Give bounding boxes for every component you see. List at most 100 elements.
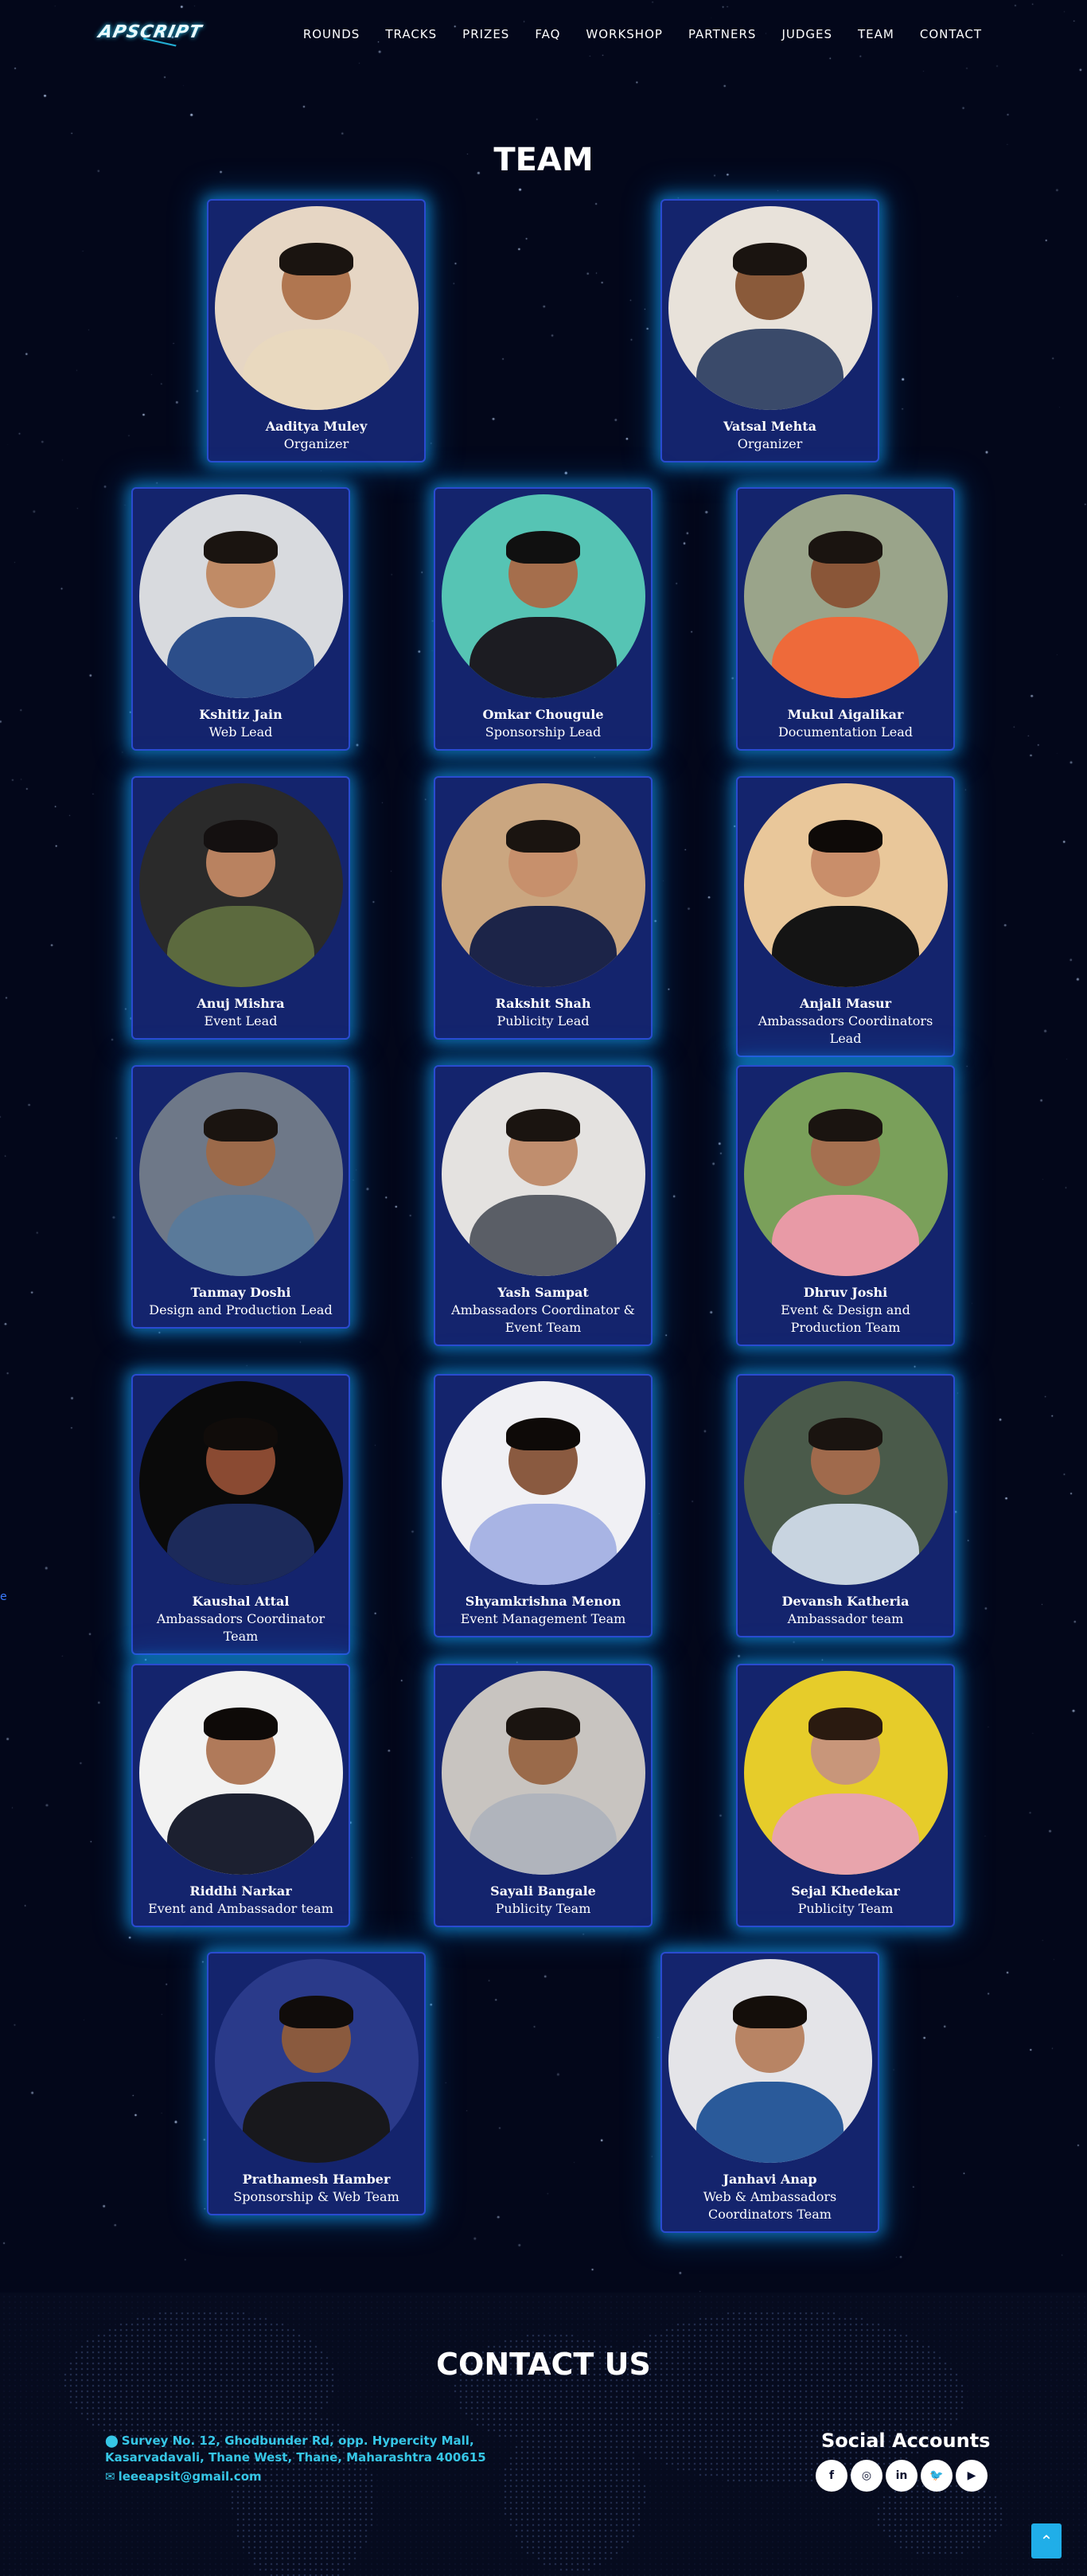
nav-item-faq[interactable]: FAQ	[535, 27, 560, 41]
member-photo	[214, 206, 419, 410]
top-navigation: APSCRIPT ROUNDS TRACKS PRIZES FAQ WORKSHOP PA…	[0, 0, 1087, 72]
member-name: Prathamesh Hamber	[242, 2172, 391, 2187]
member-role: Design and Production Lead	[149, 1302, 333, 1317]
member-name: Sayali Bangale	[490, 1883, 596, 1899]
member-photo	[138, 1671, 343, 1875]
member-name: Vatsal Mehta	[723, 419, 816, 434]
linkedin-button[interactable]: in	[886, 2460, 918, 2492]
member-role: Organizer	[283, 436, 349, 451]
member-name: Kaushal Attal	[192, 1594, 290, 1609]
photo-hair-shape	[808, 531, 882, 564]
team-member-card: Kshitiz Jain Web Lead	[131, 487, 350, 751]
side-edge-text: e	[0, 1590, 7, 1603]
photo-hair-shape	[204, 820, 278, 853]
member-role: Ambassadors Coordinator & Event Team	[451, 1302, 635, 1335]
photo-body-shape	[696, 328, 843, 410]
address: ⬤ Survey No. 12, Ghodbunder Rd, opp. Hype…	[105, 2433, 519, 2466]
member-photo	[441, 494, 645, 698]
social-accounts-title: Social Accounts	[821, 2430, 991, 2452]
nav-item-contact[interactable]: CONTACT	[920, 27, 982, 41]
photo-hair-shape	[204, 531, 278, 564]
main-menu: ROUNDS TRACKS PRIZES FAQ WORKSHOP PARTNERS JUD…	[303, 27, 982, 41]
member-photo	[214, 1959, 419, 2163]
photo-body-shape	[469, 1793, 617, 1875]
nav-item-judges[interactable]: JUDGES	[781, 27, 832, 41]
member-name: Kshitiz Jain	[199, 707, 282, 722]
twitter-icon: 🐦	[929, 2469, 944, 2482]
member-name: Mukul Aigalikar	[787, 707, 904, 722]
member-role: Ambassadors Coordinators Lead	[758, 1013, 933, 1046]
nav-item-workshop[interactable]: WORKSHOP	[586, 27, 663, 41]
member-role: Event and Ambassador team	[148, 1901, 333, 1916]
photo-body-shape	[772, 616, 919, 698]
nav-item-rounds[interactable]: ROUNDS	[303, 27, 360, 41]
member-role: Event & Design and Production Team	[781, 1302, 910, 1335]
member-name: Anjali Masur	[799, 996, 892, 1011]
photo-body-shape	[469, 1503, 617, 1585]
member-photo	[138, 1381, 343, 1585]
photo-hair-shape	[808, 1418, 882, 1451]
member-photo	[743, 1381, 948, 1585]
member-name: Rakshit Shah	[495, 996, 591, 1011]
nav-item-team[interactable]: TEAM	[858, 27, 894, 41]
member-name: Aaditya Muley	[265, 419, 368, 434]
team-member-card: Prathamesh Hamber Sponsorship & Web Team	[207, 1952, 426, 2215]
member-photo	[668, 1959, 872, 2163]
email[interactable]: ✉ leeeapsit@gmail.com	[105, 2469, 262, 2484]
nav-item-tracks[interactable]: TRACKS	[385, 27, 437, 41]
member-role: Event Lead	[204, 1013, 278, 1028]
team-member-card: Sayali Bangale Publicity Team	[434, 1664, 653, 1927]
team-member-card: Janhavi Anap Web & Ambassadors Coordinato…	[660, 1952, 879, 2233]
member-role: Web & Ambassadors Coordinators Team	[703, 2189, 837, 2222]
facebook-button[interactable]: f	[816, 2460, 847, 2492]
contact-section: CONTACT US ⬤ Survey No. 12, Ghodbunder Rd…	[0, 2293, 1087, 2576]
member-photo	[441, 783, 645, 987]
photo-body-shape	[772, 1503, 919, 1585]
member-name: Yash Sampat	[497, 1285, 589, 1300]
photo-hair-shape	[808, 1708, 882, 1741]
photo-hair-shape	[808, 1109, 882, 1142]
photo-hair-shape	[506, 1418, 580, 1451]
photo-body-shape	[772, 1793, 919, 1875]
apscript-logo[interactable]: APSCRIPT	[96, 22, 204, 47]
member-photo	[138, 1072, 343, 1276]
twitter-button[interactable]: 🐦	[921, 2460, 953, 2492]
photo-hair-shape	[733, 243, 807, 276]
member-photo	[743, 1072, 948, 1276]
member-role: Publicity Team	[797, 1901, 894, 1916]
photo-hair-shape	[808, 820, 882, 853]
instagram-button[interactable]: ◎	[851, 2460, 882, 2492]
member-role: Documentation Lead	[777, 724, 914, 740]
team-member-card: Tanmay Doshi Design and Production Lead	[131, 1065, 350, 1329]
team-member-card: Shyamkrishna Menon Event Management Team	[434, 1374, 653, 1637]
member-role: Ambassador team	[787, 1611, 904, 1626]
member-photo	[743, 1671, 948, 1875]
envelope-icon: ✉	[105, 2469, 115, 2484]
linkedin-icon: in	[895, 2469, 908, 2482]
photo-body-shape	[469, 1194, 617, 1276]
address-text: Survey No. 12, Ghodbunder Rd, opp. Hyper…	[105, 2434, 486, 2465]
team-member-card: Kaushal Attal Ambassadors Coordinator Tea…	[131, 1374, 350, 1655]
photo-hair-shape	[506, 820, 580, 853]
email-text[interactable]: leeeapsit@gmail.com	[119, 2469, 262, 2484]
back-to-top-button[interactable]: ⌃	[1031, 2523, 1062, 2558]
nav-item-prizes[interactable]: PRIZES	[462, 27, 509, 41]
photo-hair-shape	[204, 1109, 278, 1142]
member-role: Web Lead	[208, 724, 273, 740]
member-name: Riddhi Narkar	[189, 1883, 292, 1899]
nav-item-partners[interactable]: PARTNERS	[688, 27, 756, 41]
member-name: Omkar Chougule	[482, 707, 604, 722]
photo-body-shape	[772, 1194, 919, 1276]
arrow-up-icon: ⌃	[1039, 2531, 1054, 2551]
photo-hair-shape	[506, 1708, 580, 1741]
team-member-card: Anjali Masur Ambassadors Coordinators Lea…	[736, 776, 955, 1057]
member-role: Event Management Team	[460, 1611, 626, 1626]
member-role: Sponsorship Lead	[485, 724, 602, 740]
team-member-card: Mukul Aigalikar Documentation Lead	[736, 487, 955, 751]
photo-hair-shape	[279, 243, 353, 276]
photo-hair-shape	[204, 1418, 278, 1451]
youtube-button[interactable]: ▶	[956, 2460, 988, 2492]
team-member-card: Omkar Chougule Sponsorship Lead	[434, 487, 653, 751]
social-links: f ◎ in 🐦 ▶	[816, 2460, 988, 2492]
instagram-icon: ◎	[861, 2469, 872, 2482]
